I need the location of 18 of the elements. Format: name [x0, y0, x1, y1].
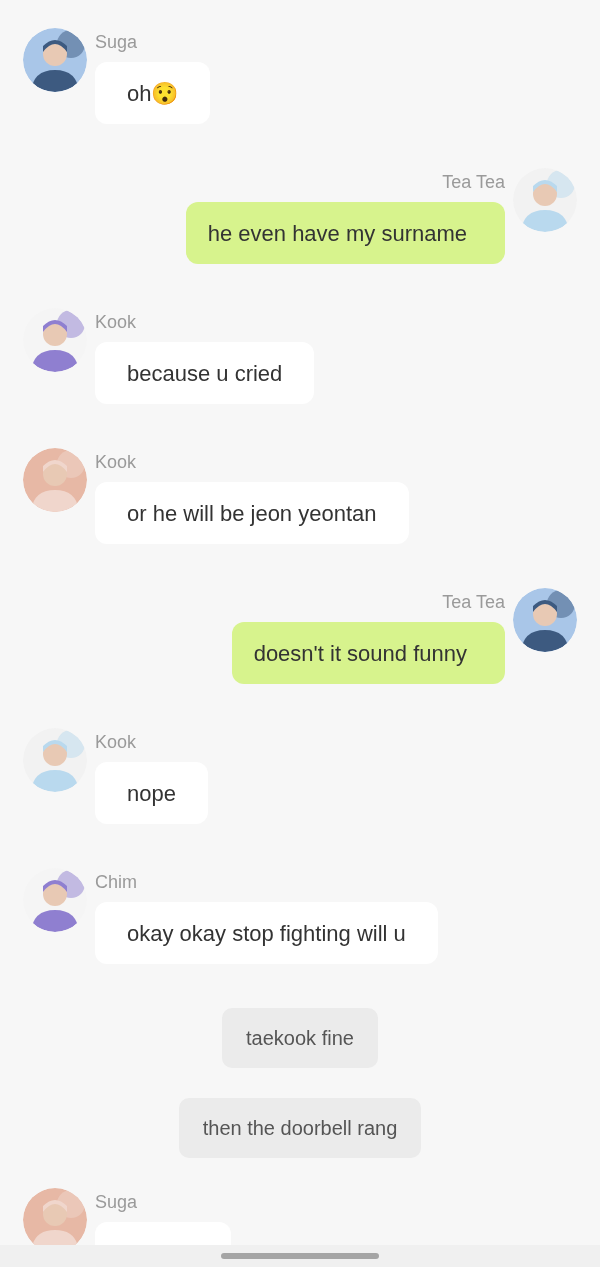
home-indicator[interactable] — [221, 1253, 379, 1259]
message-bubble: because u cried — [95, 342, 315, 404]
notice-text: then the doorbell rang — [178, 1098, 422, 1158]
message-bubble: oh😯 — [95, 62, 211, 124]
sender-name: Kook — [95, 731, 137, 754]
sender-name: Chim — [95, 871, 137, 894]
sender-name: Kook — [95, 311, 137, 334]
sender-name: Suga — [95, 1191, 138, 1214]
notice-text: taekook fine — [222, 1008, 378, 1068]
message-bubble: he even have my surname — [185, 202, 505, 264]
sender-name: Tea Tea — [442, 171, 505, 194]
message-bubble: or he will be jeon yeontan — [95, 482, 409, 544]
sender-name: Kook — [95, 451, 137, 474]
message-bubble: nope — [95, 762, 208, 824]
sender-name: Suga — [95, 31, 138, 54]
message-bubble: doesn't it sound funny — [231, 622, 505, 684]
message-bubble: okay okay stop fighting will u — [95, 902, 438, 964]
sender-name: Tea Tea — [442, 591, 505, 614]
